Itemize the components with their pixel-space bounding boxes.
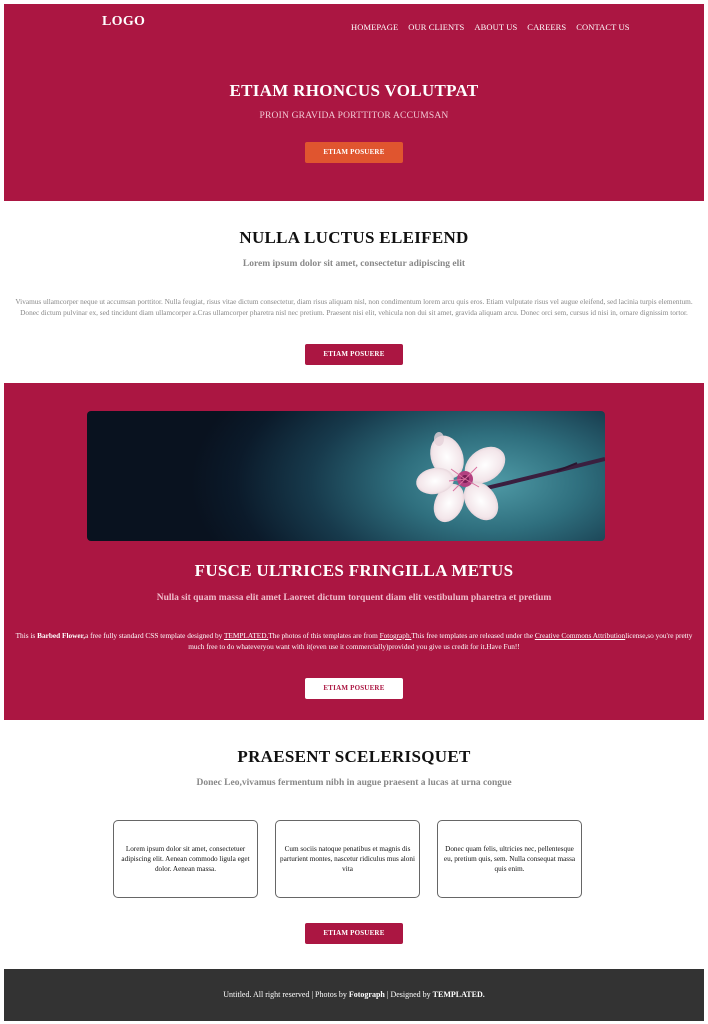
section-body: Vivamus ullamcorper neque ut accumsan po…: [15, 297, 693, 317]
section-title: FUSCE ULTRICES FRINGILLA METUS: [194, 561, 514, 580]
creative-commons-link[interactable]: Creative Commons Attribution: [535, 631, 625, 640]
footer: Untitled. All right reserved | Photos by…: [4, 969, 704, 1021]
feature-card[interactable]: Lorem ipsum dolor sit amet, consectetuer…: [113, 820, 258, 898]
section-title: NULLA LUCTUS ELEIFEND: [239, 228, 469, 247]
hero-header: LOGO HOMEPAGE OUR CLIENTS ABOUT US CAREE…: [4, 4, 704, 201]
hero-subtitle: PROIN GRAVIDA PORTTITOR ACCUMSAN: [259, 111, 449, 121]
main-nav: HOMEPAGE OUR CLIENTS ABOUT US CAREERS CO…: [351, 22, 630, 32]
logo[interactable]: LOGO: [102, 14, 145, 30]
section-cta-button[interactable]: ETIAM POSUERE: [305, 923, 403, 944]
section-cta-button[interactable]: ETIAM POSUERE: [305, 344, 403, 365]
templated-link[interactable]: TEMPLATED.: [224, 631, 268, 640]
feature-card[interactable]: Cum sociis natoque penatibus et magnis d…: [275, 820, 420, 898]
fotograph-credit[interactable]: Fotograph: [349, 990, 385, 999]
section-feature: FUSCE ULTRICES FRINGILLA METUS Nulla sit…: [4, 383, 704, 720]
nav-about-us[interactable]: ABOUT US: [474, 22, 517, 32]
cherry-blossom-icon: [416, 432, 605, 523]
section-subtitle: Donec Leo,vivamus fermentum nibh in augu…: [196, 778, 512, 788]
page: LOGO HOMEPAGE OUR CLIENTS ABOUT US CAREE…: [4, 4, 704, 1021]
section-cta-button[interactable]: ETIAM POSUERE: [305, 678, 403, 699]
section-body: This is Barbed Flower,a free fully stand…: [15, 631, 693, 651]
section-subtitle: Lorem ipsum dolor sit amet, consectetur …: [242, 259, 466, 269]
nav-homepage[interactable]: HOMEPAGE: [351, 22, 398, 32]
nav-our-clients[interactable]: OUR CLIENTS: [408, 22, 464, 32]
fotograph-link[interactable]: Fotograph.: [380, 631, 412, 640]
banner-image: [87, 411, 605, 541]
hero-cta-button[interactable]: ETIAM POSUERE: [305, 142, 403, 163]
section-title: PRAESENT SCELERISQUET: [237, 747, 471, 766]
section-cards: PRAESENT SCELERISQUET Donec Leo,vivamus …: [4, 720, 704, 969]
templated-credit[interactable]: TEMPLATED.: [433, 990, 485, 999]
nav-contact-us[interactable]: CONTACT US: [576, 22, 629, 32]
feature-card[interactable]: Donec quam felis, ultricies nec, pellent…: [437, 820, 582, 898]
hero-title: ETIAM RHONCUS VOLUTPAT: [229, 81, 479, 100]
section-intro: NULLA LUCTUS ELEIFEND Lorem ipsum dolor …: [4, 201, 704, 383]
section-subtitle: Nulla sit quam massa elit amet Laoreet d…: [156, 593, 552, 603]
nav-careers[interactable]: CAREERS: [527, 22, 566, 32]
